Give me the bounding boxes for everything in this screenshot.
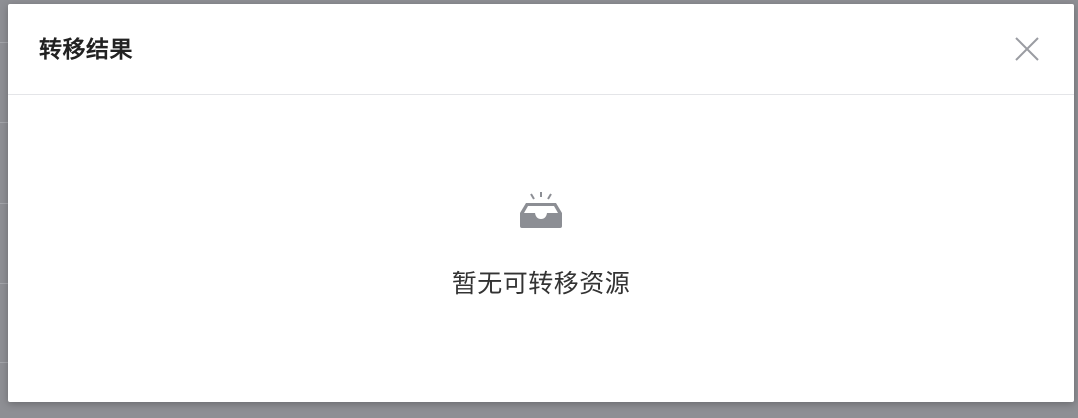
dialog-body: 暂无可转移资源	[8, 95, 1074, 401]
close-button[interactable]	[1014, 36, 1040, 62]
empty-inbox-icon	[520, 192, 562, 228]
background-divider	[0, 42, 8, 43]
empty-state	[8, 191, 1074, 235]
background-divider	[0, 203, 8, 204]
dialog-header: 转移结果	[8, 4, 1074, 95]
dialog-title: 转移结果	[39, 37, 133, 63]
background-divider	[0, 362, 8, 363]
close-icon	[1015, 37, 1039, 61]
transfer-result-dialog: 转移结果 暂无可转移资源	[8, 4, 1074, 402]
background-divider	[0, 122, 8, 123]
empty-message: 暂无可转移资源	[451, 269, 631, 298]
background-divider	[0, 283, 8, 284]
